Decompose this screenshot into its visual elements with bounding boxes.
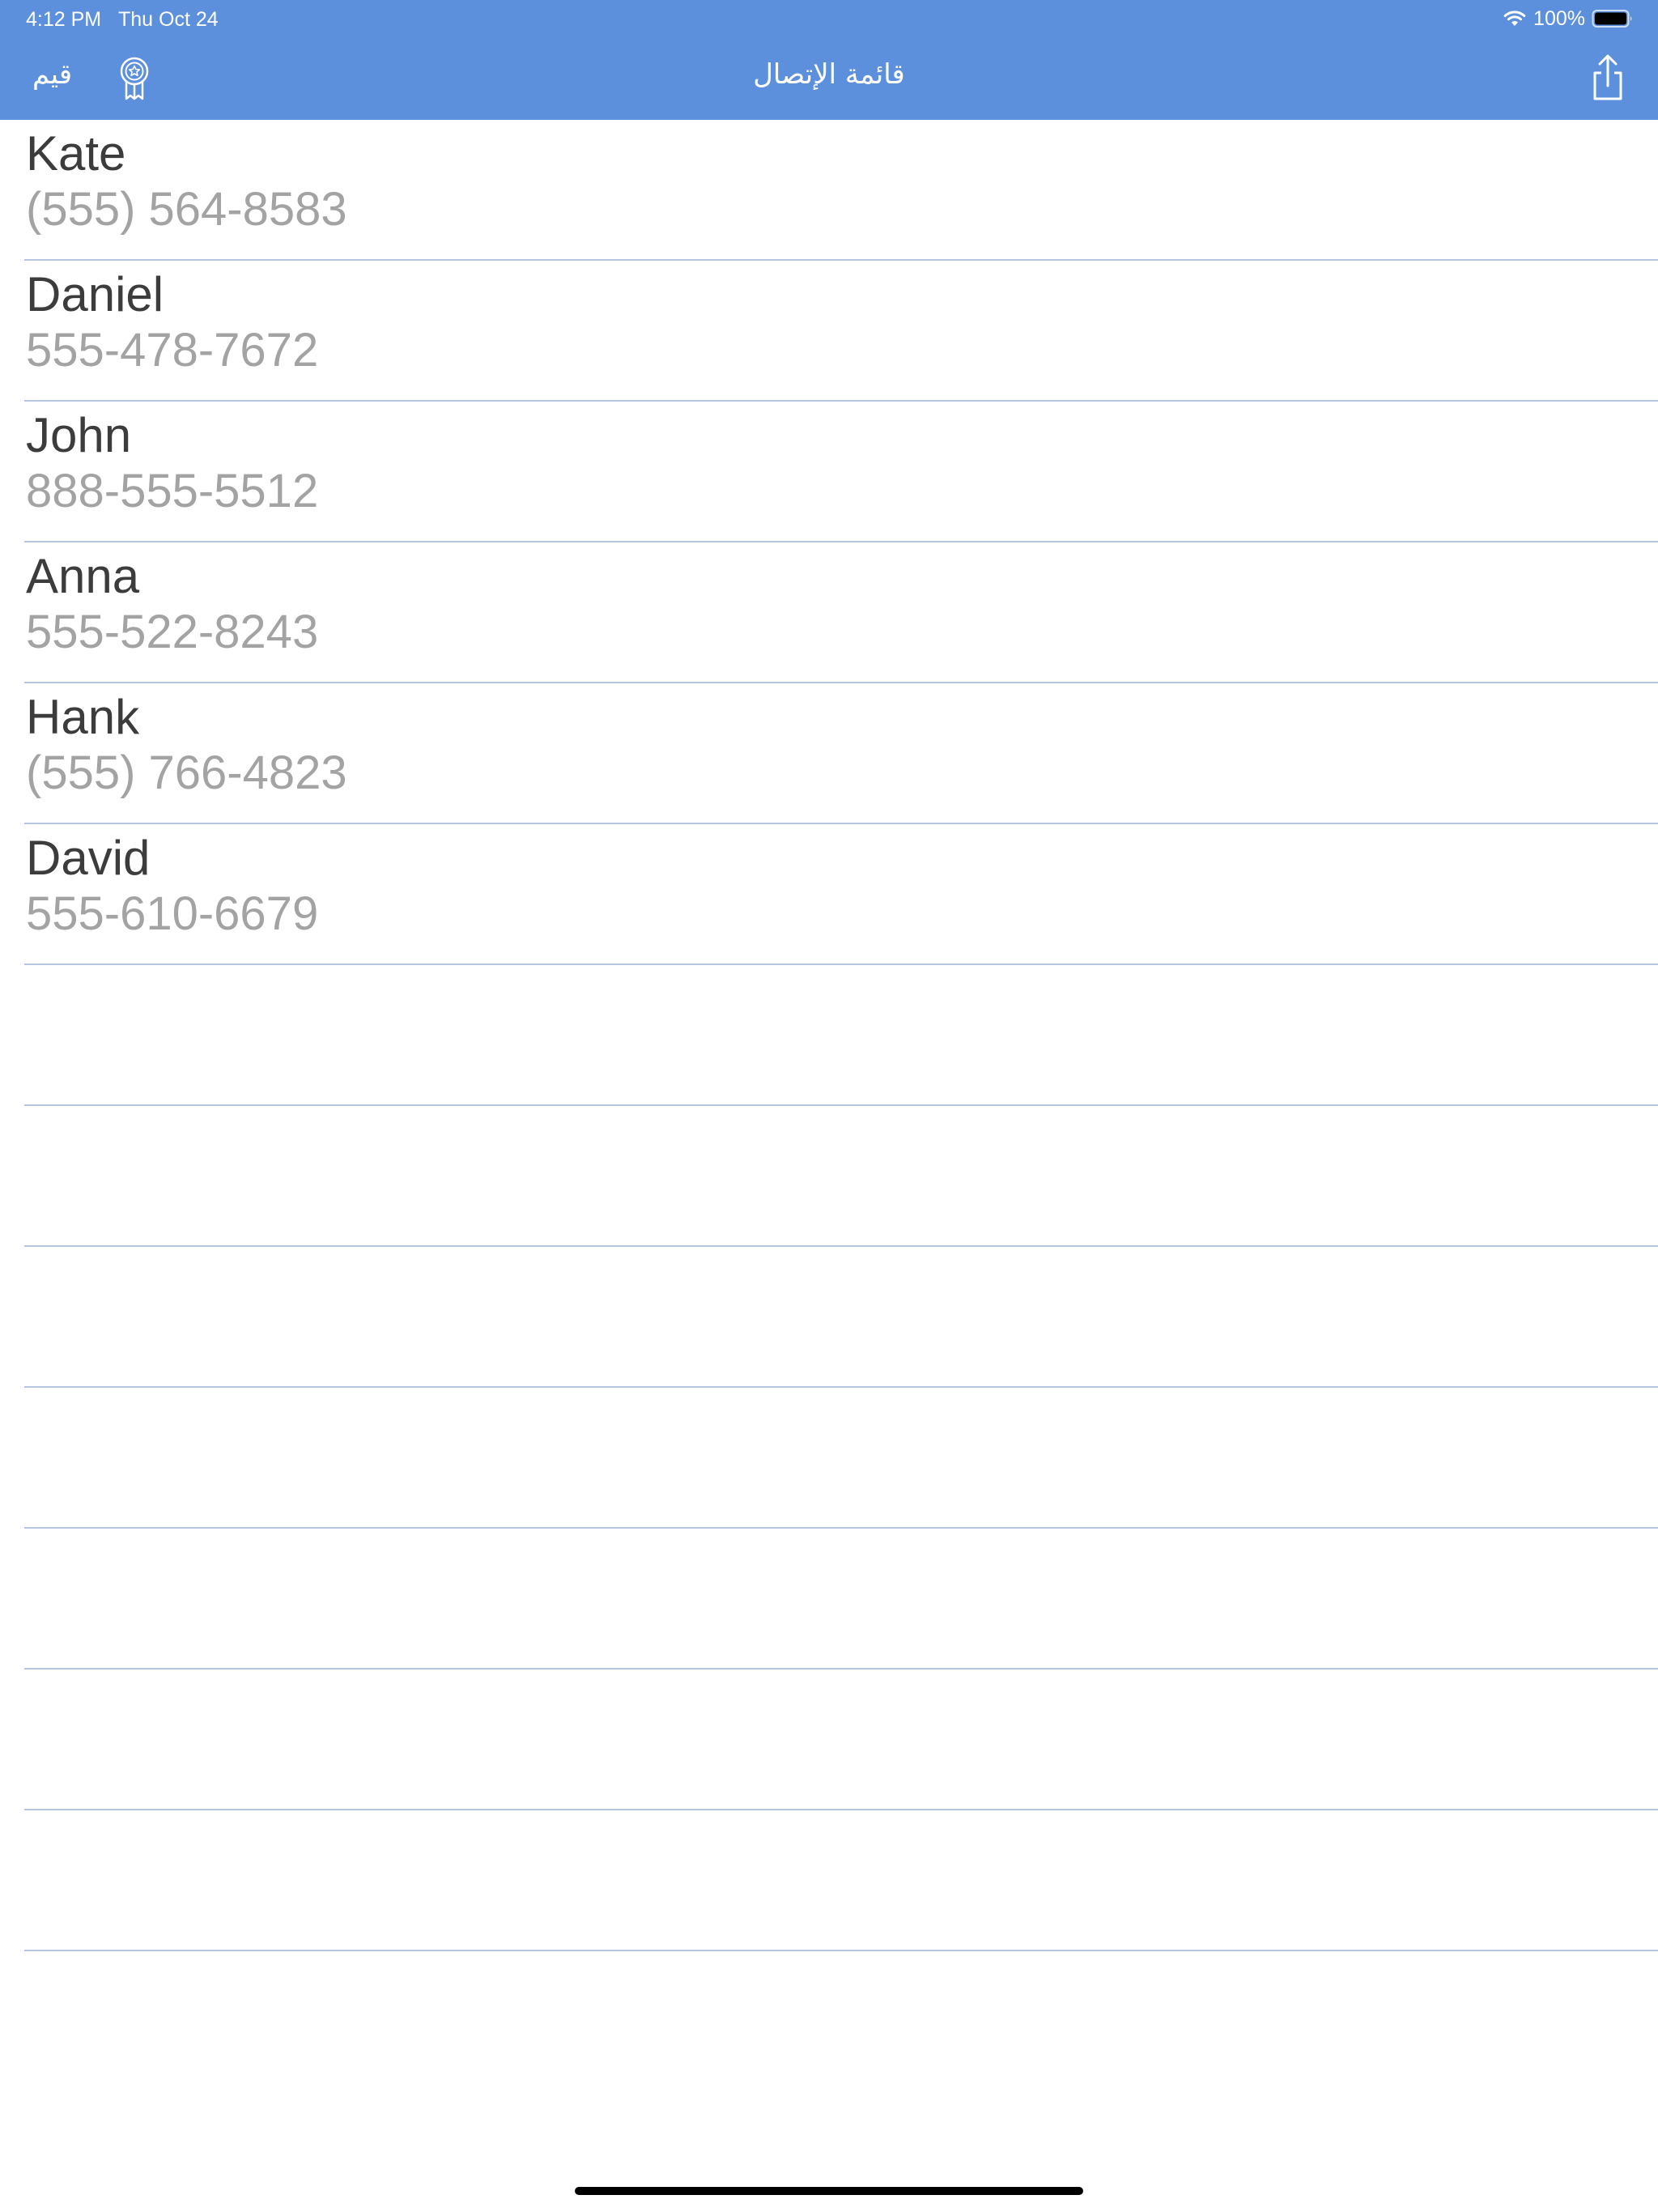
empty-row <box>24 1810 1658 1951</box>
contact-phone: 555-522-8243 <box>26 606 319 658</box>
empty-row <box>24 1247 1658 1388</box>
navigation-bar: قيم قائمة الإتصال <box>0 37 1658 120</box>
empty-row <box>24 1106 1658 1247</box>
battery-icon <box>1592 9 1634 28</box>
wifi-icon <box>1503 9 1527 28</box>
contact-phone: 888-555-5512 <box>26 465 319 517</box>
contact-name: Kate <box>26 126 126 181</box>
contact-phone: 555-610-6679 <box>26 887 319 940</box>
contact-row[interactable]: Hank (555) 766-4823 <box>24 683 1658 824</box>
contact-row[interactable]: Daniel 555-478-7672 <box>24 261 1658 402</box>
empty-row <box>24 1388 1658 1529</box>
contact-phone: (555) 564-8583 <box>26 183 347 236</box>
empty-row <box>24 965 1658 1106</box>
contact-list: Kate (555) 564-8583 Daniel 555-478-7672 … <box>0 120 1658 1951</box>
share-icon <box>1587 54 1629 104</box>
contact-name: Daniel <box>26 267 164 321</box>
empty-row <box>24 1670 1658 1810</box>
contact-row[interactable]: David 555-610-6679 <box>24 824 1658 965</box>
contact-name: David <box>26 831 151 885</box>
home-indicator[interactable] <box>575 2187 1083 2195</box>
contact-phone: (555) 766-4823 <box>26 747 347 799</box>
share-button[interactable] <box>1587 53 1629 102</box>
status-bar: 4:12 PM Thu Oct 24 100% <box>0 0 1658 37</box>
top-bar: 4:12 PM Thu Oct 24 100% قيم قائمة الإتصا… <box>0 0 1658 120</box>
contact-row[interactable]: Anna 555-522-8243 <box>24 542 1658 683</box>
contact-row[interactable]: John 888-555-5512 <box>24 402 1658 542</box>
contact-name: John <box>26 408 132 462</box>
contact-name: Anna <box>26 549 140 603</box>
empty-row <box>24 1529 1658 1670</box>
status-indicators: 100% <box>1503 6 1634 31</box>
page-title: قائمة الإتصال <box>753 58 905 91</box>
status-time: 4:12 PM <box>26 8 102 31</box>
award-ribbon-icon <box>113 57 155 104</box>
status-date: Thu Oct 24 <box>118 8 219 31</box>
contact-phone: 555-478-7672 <box>26 324 319 376</box>
battery-percent: 100% <box>1533 6 1585 30</box>
contact-row[interactable]: Kate (555) 564-8583 <box>24 120 1658 261</box>
contact-name: Hank <box>26 690 140 744</box>
screen: 4:12 PM Thu Oct 24 100% قيم قائمة الإتصا… <box>0 0 1658 2212</box>
